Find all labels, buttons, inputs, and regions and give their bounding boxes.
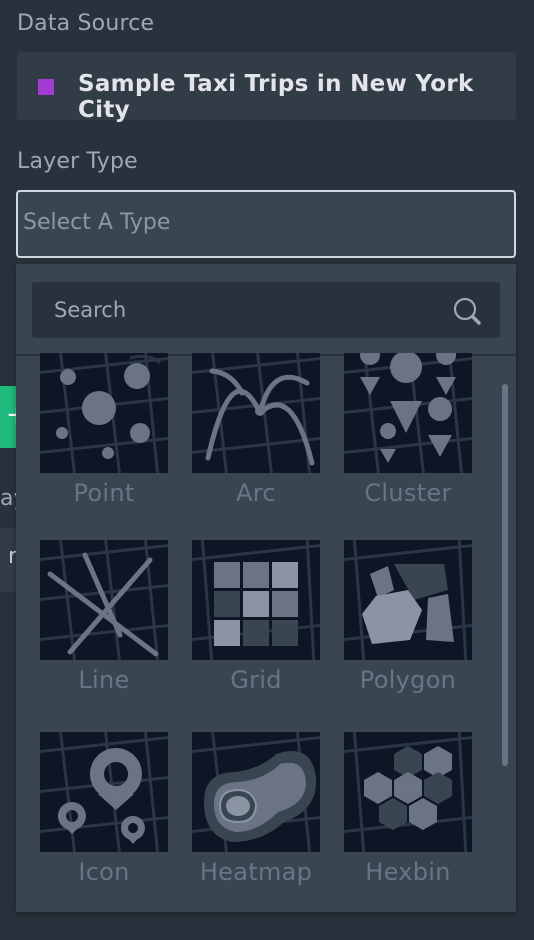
- layer-option-label: Cluster: [364, 479, 452, 507]
- data-source-label: Data Source: [17, 11, 155, 36]
- polygon-icon: [344, 540, 472, 660]
- layer-option-icon[interactable]: Icon: [40, 732, 168, 886]
- layer-option-point[interactable]: Point: [40, 353, 168, 507]
- hexbin-icon: [344, 732, 472, 852]
- search-box: [32, 282, 500, 338]
- search-icon[interactable]: [452, 296, 484, 328]
- dataset-color-swatch: [38, 79, 54, 95]
- point-icon: [40, 353, 168, 473]
- layer-type-dropdown: Point Arc: [16, 264, 516, 912]
- layer-type-label: Layer Type: [17, 149, 138, 174]
- layer-option-label: Icon: [78, 858, 130, 886]
- background-add-button: +: [0, 386, 28, 448]
- cluster-icon: [344, 353, 472, 473]
- icon-layer-icon: [40, 732, 168, 852]
- layer-option-cluster[interactable]: Cluster: [344, 353, 472, 507]
- data-source-selector[interactable]: Sample Taxi Trips in New York City: [17, 52, 516, 123]
- heatmap-icon: [192, 732, 320, 852]
- layer-option-hexbin[interactable]: Hexbin: [344, 732, 472, 886]
- line-icon: [40, 540, 168, 660]
- layer-option-heatmap[interactable]: Heatmap: [192, 732, 320, 886]
- layer-option-line[interactable]: Line: [40, 540, 168, 694]
- layer-option-label: Polygon: [359, 666, 457, 694]
- layer-option-label: Grid: [230, 666, 282, 694]
- background-partial-block: r: [0, 528, 17, 592]
- layer-option-label: Point: [73, 479, 135, 507]
- grid-icon: [192, 540, 320, 660]
- layer-option-arc[interactable]: Arc: [192, 353, 320, 507]
- layer-option-label: Heatmap: [199, 858, 313, 886]
- layer-type-grid: Point Arc Cluster Line Grid Polygon Icon…: [16, 353, 516, 912]
- layer-type-select[interactable]: Select A Type: [16, 190, 516, 258]
- dataset-name: Sample Taxi Trips in New York City: [78, 71, 474, 123]
- layer-option-label: Arc: [236, 479, 276, 507]
- layer-type-placeholder: Select A Type: [23, 210, 171, 235]
- search-input[interactable]: [32, 282, 442, 338]
- layer-option-label: Hexbin: [365, 858, 451, 886]
- dropdown-scrollbar[interactable]: [502, 384, 508, 766]
- layer-option-label: Line: [78, 666, 130, 694]
- layer-option-polygon[interactable]: Polygon: [344, 540, 472, 694]
- arc-icon: [192, 353, 320, 473]
- layer-option-grid[interactable]: Grid: [192, 540, 320, 694]
